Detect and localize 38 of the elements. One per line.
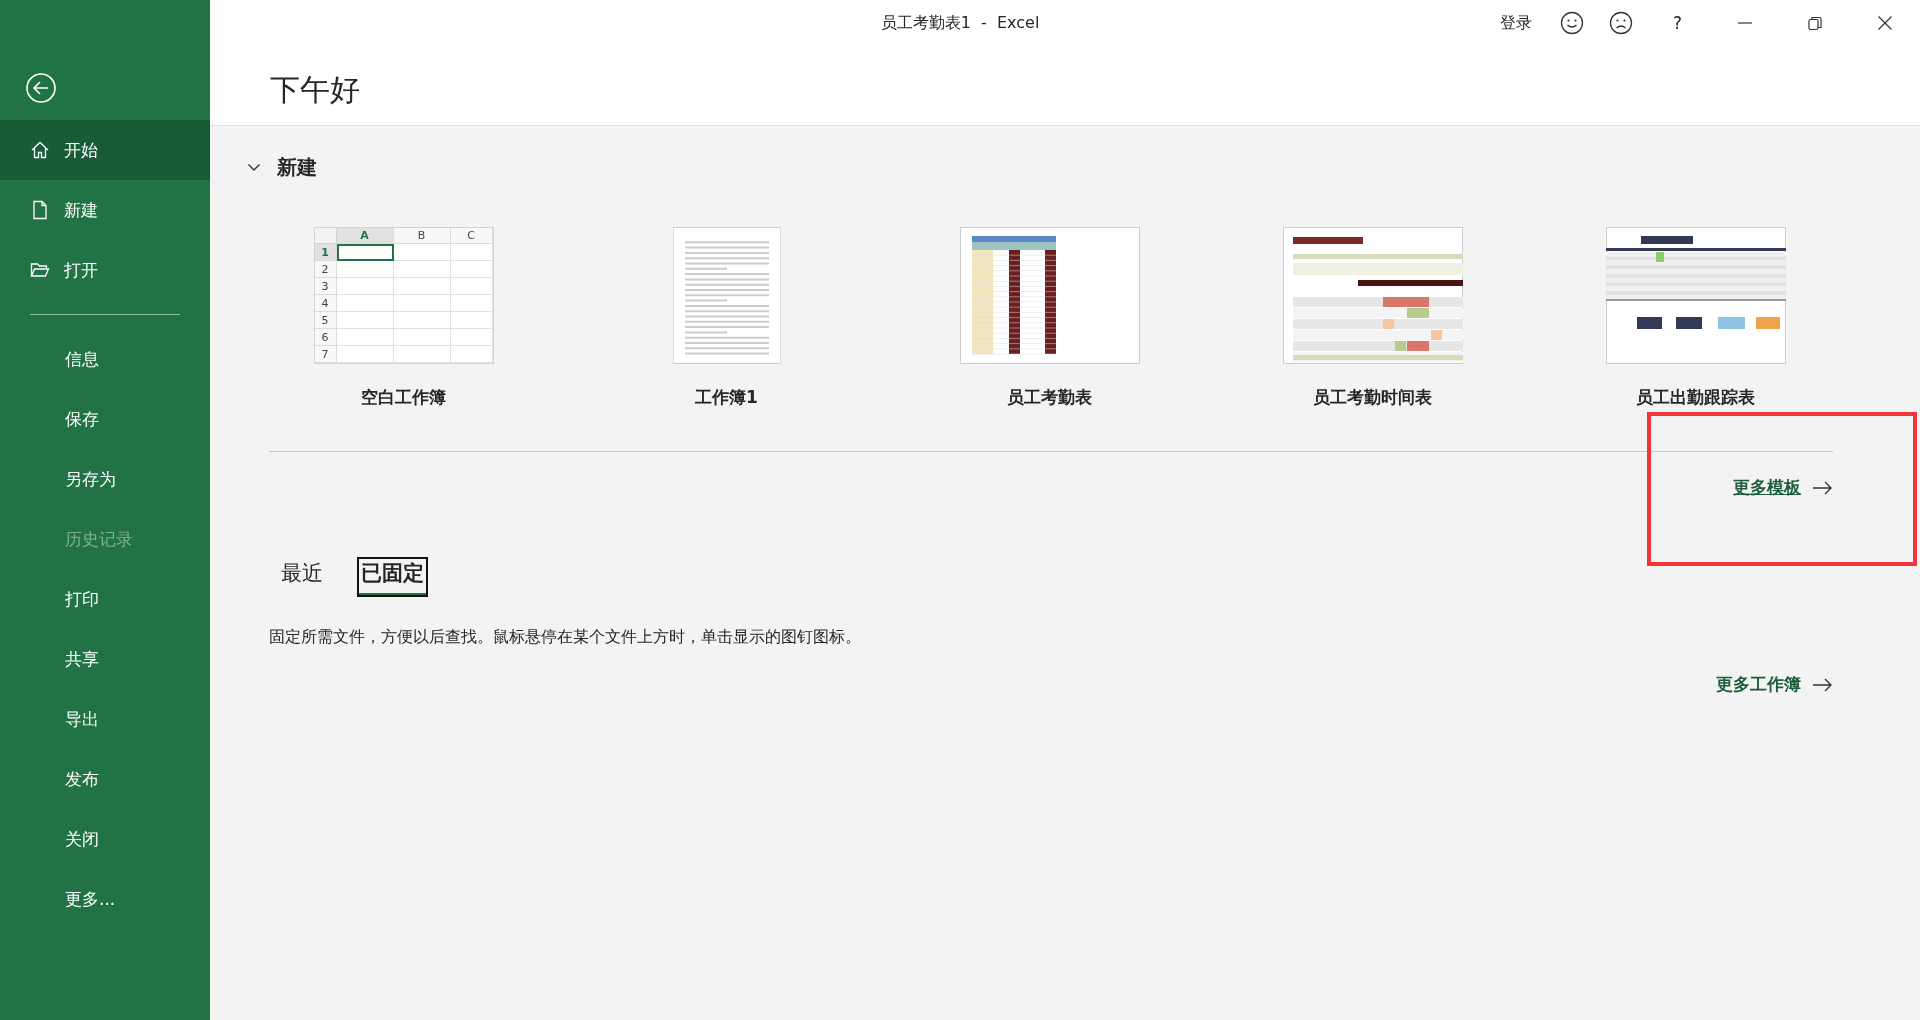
tab[interactable]: 已固定 (357, 557, 428, 597)
help-button[interactable]: ? (1672, 13, 1682, 33)
tab[interactable]: 最近 (277, 557, 327, 597)
column-header: C (450, 228, 493, 244)
template-name[interactable]: 员工考勤时间表 (1313, 386, 1432, 409)
sidebar-item[interactable]: 发布 (0, 749, 210, 809)
row-header: 1 (314, 244, 337, 261)
row-header: 6 (314, 329, 337, 346)
sidebar-item[interactable]: 导出 (0, 689, 210, 749)
more-workbooks-link[interactable]: 更多工作簿 (1716, 673, 1801, 696)
blank-workbook-thumbnail[interactable]: A B C 1 2 3 4 5 6 7 (313, 227, 494, 364)
sidebar-item[interactable]: 打开 (0, 240, 210, 300)
sidebar-item[interactable]: 开始 (0, 120, 210, 180)
template-name[interactable]: 空白工作簿 (361, 386, 446, 409)
row-header: 7 (314, 346, 337, 363)
template-name[interactable]: 员工出勤跟踪表 (1636, 386, 1755, 409)
column-header: B (393, 228, 451, 244)
sidebar-item[interactable]: 信息 (0, 329, 210, 389)
more-templates-link[interactable]: 更多模板 (1733, 476, 1801, 499)
sidebar-item[interactable]: 更多... (0, 869, 210, 929)
sidebar-item[interactable]: 共享 (0, 629, 210, 689)
row-header: 2 (314, 261, 337, 278)
template-name[interactable]: 员工考勤表 (1007, 386, 1092, 409)
sidebar-item[interactable]: 保存 (0, 389, 210, 449)
row-header: 5 (314, 312, 337, 329)
hint-text: 固定所需文件，方便以后查找。鼠标悬停在某个文件上方时，单击显示的图钉图标。 (269, 627, 862, 648)
sidebar-item[interactable]: 另存为 (0, 449, 210, 509)
sign-in-link[interactable]: 登录 (1499, 12, 1532, 34)
sidebar-item[interactable]: 关闭 (0, 809, 210, 869)
window-title: 员工考勤表1 - Excel (880, 12, 1040, 34)
section-title[interactable]: 新建 (277, 153, 317, 181)
sidebar-item[interactable]: 新建 (0, 180, 210, 240)
row-header: 3 (314, 278, 337, 295)
column-header: A (336, 228, 394, 244)
template-name[interactable]: 工作簿1 (695, 386, 758, 409)
sidebar-item[interactable]: 打印 (0, 569, 210, 629)
row-header: 4 (314, 295, 337, 312)
greeting: 下午好 (270, 71, 361, 109)
